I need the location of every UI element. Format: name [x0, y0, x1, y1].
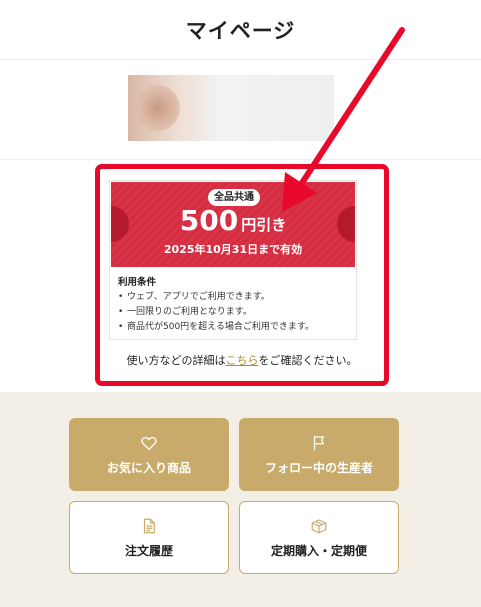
subscription-label: 定期購入・定期便 [270, 543, 367, 558]
order-history-button[interactable]: 注文履歴 [69, 501, 229, 574]
heart-icon [141, 436, 157, 450]
highlight-box [95, 164, 389, 386]
avatar [136, 85, 180, 131]
following-button[interactable]: フォロー中の生産者 [239, 418, 399, 491]
favorites-button[interactable]: お気に入り商品 [69, 418, 229, 491]
blurred-profile-image [128, 75, 334, 141]
page-header: マイページ [0, 0, 481, 60]
subscription-button[interactable]: 定期購入・定期便 [239, 501, 399, 574]
following-label: フォロー中の生産者 [264, 460, 373, 475]
favorites-label: お気に入り商品 [106, 460, 191, 475]
order-history-label: 注文履歴 [124, 543, 173, 558]
flag-icon [313, 435, 325, 450]
box-icon [311, 518, 327, 533]
page-title: マイページ [185, 18, 296, 43]
document-icon [143, 518, 155, 533]
profile-area [0, 60, 481, 160]
